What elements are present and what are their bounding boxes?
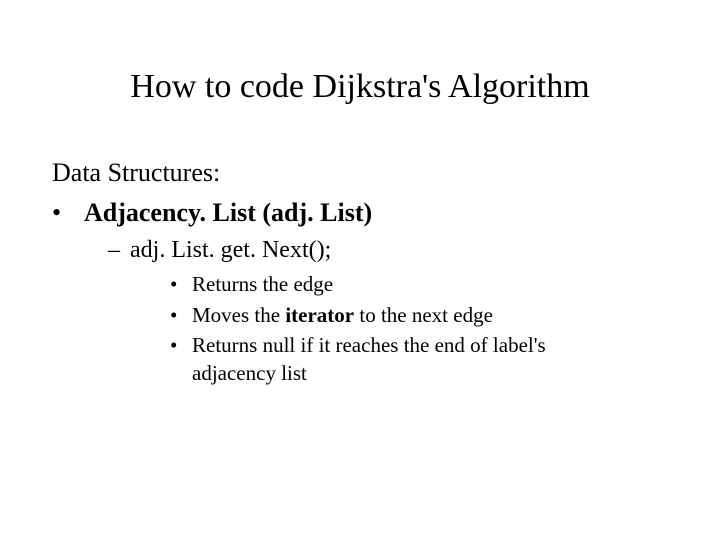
slide-title: How to code Dijkstra's Algorithm — [0, 0, 720, 154]
bullet-icon: • — [170, 270, 192, 298]
bullet-level3-label: Moves the iterator to the next edge — [192, 301, 680, 329]
bullet-level2-label: adj. List. get. Next(); — [130, 237, 331, 264]
text-suffix: to the next edge — [354, 303, 493, 327]
bullet-level3: • Moves the iterator to the next edge — [170, 301, 680, 329]
bullet-level3-label: Returns null if it reaches the end of la… — [192, 331, 680, 388]
slide-container: How to code Dijkstra's Algorithm Data St… — [0, 0, 720, 540]
dash-icon: – — [108, 237, 130, 264]
bullet-level3: • Returns the edge — [170, 270, 680, 298]
bullet-icon: • — [170, 331, 192, 359]
section-heading: Data Structures: — [52, 154, 680, 192]
bullet-level3-group: • Returns the edge • Moves the iterator … — [52, 270, 680, 387]
bullet-level1: • Adjacency. List (adj. List) — [52, 194, 680, 232]
bullet-icon: • — [52, 194, 84, 232]
text-bold: iterator — [285, 303, 354, 327]
bullet-level3-label: Returns the edge — [192, 270, 680, 298]
text-prefix: Moves the — [192, 303, 285, 327]
bullet-icon: • — [170, 301, 192, 329]
bullet-level2: – adj. List. get. Next(); — [52, 237, 680, 264]
bullet-level1-label: Adjacency. List (adj. List) — [84, 194, 372, 232]
slide-content: Data Structures: • Adjacency. List (adj.… — [0, 154, 720, 388]
bullet-level3: • Returns null if it reaches the end of … — [170, 331, 680, 388]
